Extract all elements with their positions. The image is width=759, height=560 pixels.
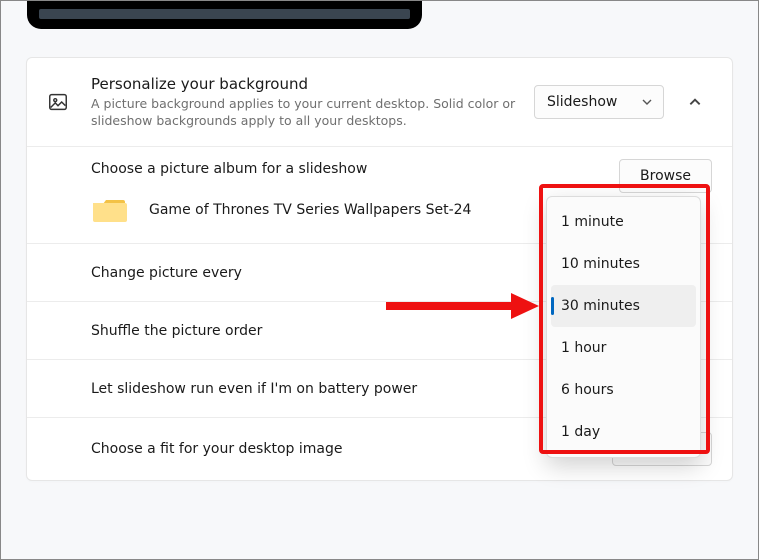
personalize-subtitle: A picture background applies to your cur… — [91, 95, 531, 130]
personalize-background-row[interactable]: Personalize your background A picture ba… — [27, 58, 732, 146]
selected-album-name: Game of Thrones TV Series Wallpapers Set… — [149, 202, 471, 218]
interval-option[interactable]: 1 hour — [547, 327, 700, 369]
fit-label: Choose a fit for your desktop image — [91, 441, 612, 457]
background-type-value: Slideshow — [547, 94, 617, 110]
interval-option[interactable]: 30 minutes — [551, 285, 696, 327]
folder-icon — [91, 195, 127, 225]
chevron-up-icon — [688, 95, 702, 109]
interval-option[interactable]: 1 minute — [547, 201, 700, 243]
wallpaper-preview-strip — [27, 1, 422, 29]
collapse-button[interactable] — [678, 85, 712, 119]
chevron-down-icon — [641, 96, 653, 108]
background-type-select[interactable]: Slideshow — [534, 85, 664, 119]
personalize-title: Personalize your background — [91, 75, 534, 93]
picture-icon — [47, 91, 69, 113]
interval-dropdown-popup[interactable]: 1 minute10 minutes30 minutes1 hour6 hour… — [546, 196, 701, 458]
interval-option[interactable]: 1 day — [547, 411, 700, 453]
interval-option[interactable]: 6 hours — [547, 369, 700, 411]
interval-option[interactable]: 10 minutes — [547, 243, 700, 285]
browse-button[interactable]: Browse — [619, 159, 712, 193]
browse-button-label: Browse — [640, 168, 691, 184]
